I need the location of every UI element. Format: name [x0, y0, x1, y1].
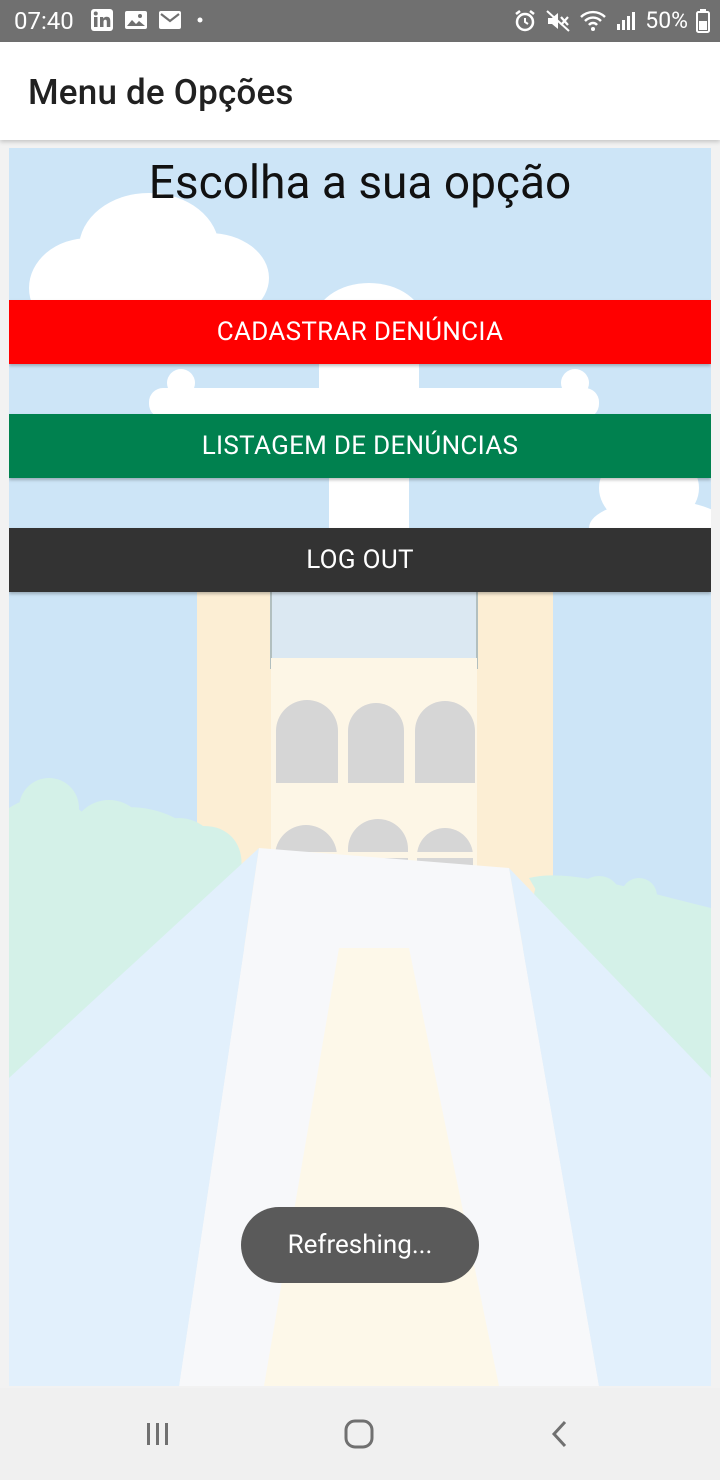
refreshing-toast: Refreshing...: [241, 1207, 479, 1283]
linkedin-icon: [91, 9, 113, 31]
recent-apps-icon: [147, 1423, 168, 1445]
menu-content: Escolha a sua opção CADASTRAR DENÚNCIA L…: [9, 148, 711, 1386]
notification-icons: [90, 8, 208, 32]
app-bar: Menu de Opções: [0, 42, 720, 140]
home-icon: [344, 1419, 374, 1449]
status-bar: 07:40 50%: [0, 0, 720, 42]
recent-apps-button[interactable]: [128, 1412, 188, 1456]
back-button[interactable]: [530, 1412, 590, 1456]
back-icon: [551, 1420, 567, 1448]
options-heading: Escolha a sua opção: [148, 156, 572, 210]
wifi-icon: [580, 10, 607, 31]
email-icon: [159, 11, 181, 29]
dot-icon: [197, 17, 203, 23]
status-time: 07:40: [14, 7, 74, 35]
register-complaint-button[interactable]: CADASTRAR DENÚNCIA: [9, 300, 711, 364]
page-title: Menu de Opções: [28, 72, 294, 113]
alarm-icon: [515, 9, 536, 31]
gallery-icon: [125, 11, 147, 29]
mute-icon: [546, 9, 570, 32]
battery-percent: 50%: [645, 7, 688, 34]
battery-icon: [696, 8, 710, 33]
signal-icon: [617, 11, 636, 30]
system-nav-bar: [0, 1388, 720, 1480]
system-status-icons: 50%: [513, 7, 710, 34]
logout-button[interactable]: LOG OUT: [9, 528, 711, 592]
home-button[interactable]: [329, 1412, 389, 1456]
list-complaints-button[interactable]: LISTAGEM DE DENÚNCIAS: [9, 414, 711, 478]
